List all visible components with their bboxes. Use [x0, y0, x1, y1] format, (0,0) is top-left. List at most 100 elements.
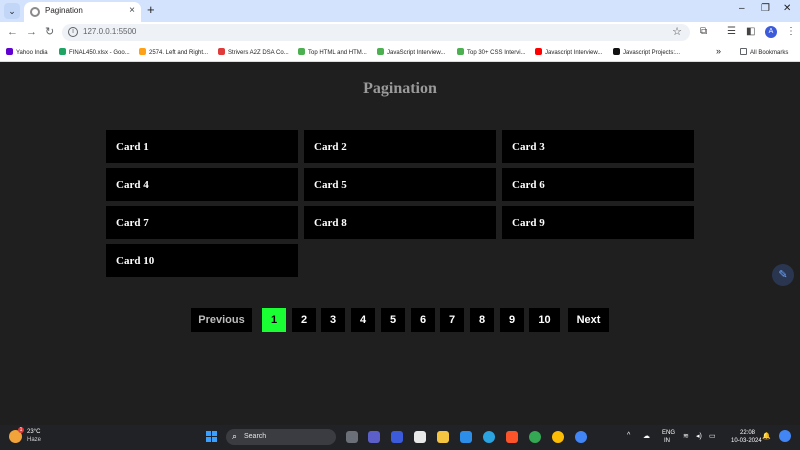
bookmarks-bar: Yahoo India FINAL450.xlsx - Goo... 2574.… [0, 43, 800, 62]
notification-bell-icon[interactable]: 🔔 [762, 432, 771, 440]
task-view-icon[interactable] [346, 431, 358, 443]
next-button[interactable]: Next [568, 308, 609, 332]
bookmark-label: Top HTML and HTM... [308, 50, 367, 56]
region[interactable]: IN [664, 438, 670, 444]
browser-toolbar: ← → ↻ i 127.0.0.1:5500 ☆ ⧉ ☰ ◧ A ⋮ [0, 22, 800, 43]
page-content: Pagination Card 1 Card 2 Card 3 Card 4 C… [0, 62, 800, 425]
bookmark-item[interactable]: Javascript Projects:... [613, 48, 680, 56]
telegram-icon[interactable] [483, 431, 495, 443]
side-panel-icon[interactable]: ◧ [746, 26, 755, 37]
reload-icon[interactable]: ↻ [45, 25, 54, 39]
card: Card 9 [502, 206, 694, 239]
bookmark-item[interactable]: Javascript Interview... [535, 48, 602, 56]
card: Card 2 [304, 130, 496, 163]
card-label: Card 3 [512, 140, 545, 153]
browser-tab[interactable]: Pagination × [24, 2, 141, 22]
file-explorer-icon[interactable] [437, 431, 449, 443]
chrome-profile-icon[interactable] [575, 431, 587, 443]
bookmark-item[interactable]: JavaScript Interview... [377, 48, 445, 56]
bookmark-item[interactable]: Top HTML and HTM... [298, 48, 367, 56]
page-button-5[interactable]: 5 [381, 308, 405, 332]
store-icon[interactable] [414, 431, 426, 443]
battery-icon[interactable]: ▭ [709, 432, 716, 440]
bookmark-item[interactable]: Yahoo India [6, 48, 48, 56]
card-label: Card 10 [116, 254, 155, 267]
all-bookmarks-label: All Bookmarks [750, 50, 789, 56]
extensions-icon[interactable]: ⧉ [700, 26, 707, 37]
new-tab-button[interactable]: + [147, 3, 155, 17]
copilot-icon[interactable] [779, 430, 791, 442]
bookmark-favicon-icon [535, 48, 542, 55]
bookmark-star-icon[interactable]: ☆ [672, 25, 682, 38]
page-button-6[interactable]: 6 [411, 308, 435, 332]
search-label: Search [244, 433, 267, 440]
page-button-9[interactable]: 9 [500, 308, 524, 332]
page-button-8[interactable]: 8 [470, 308, 494, 332]
card-grid: Card 1 Card 2 Card 3 Card 4 Card 5 Card … [106, 130, 695, 277]
bookmark-item[interactable]: 2574. Left and Right... [139, 48, 208, 56]
address-url[interactable]: 127.0.0.1:5500 [83, 27, 136, 36]
bookmark-favicon-icon [613, 48, 620, 55]
card: Card 5 [304, 168, 496, 201]
card-label: Card 2 [314, 140, 347, 153]
chevron-up-icon[interactable]: ^ [627, 432, 630, 439]
card: Card 7 [106, 206, 298, 239]
taskbar-search[interactable]: ⌕ Search [226, 429, 336, 445]
page-button-1[interactable]: 1 [262, 308, 286, 332]
card-label: Card 1 [116, 140, 149, 153]
card-label: Card 4 [116, 178, 149, 191]
site-info-icon[interactable]: i [68, 27, 78, 37]
card: Card 8 [304, 206, 496, 239]
address-bar[interactable]: i 127.0.0.1:5500 ☆ [62, 24, 690, 41]
menu-kebab-icon[interactable]: ⋮ [786, 26, 796, 37]
page-button-10[interactable]: 10 [529, 308, 560, 332]
tab-search-chevron-icon[interactable]: ⌄ [4, 3, 20, 19]
bookmark-item[interactable]: Strivers A2Z DSA Co... [218, 48, 289, 56]
reading-list-icon[interactable]: ☰ [727, 26, 736, 37]
volume-icon[interactable]: ◂) [696, 432, 702, 440]
cloud-icon[interactable]: ☁ [643, 432, 650, 440]
teams-icon[interactable] [368, 431, 380, 443]
card: Card 10 [106, 244, 298, 277]
vscode-icon[interactable] [460, 431, 472, 443]
browser-tab-bar: ⌄ Pagination × + – ❐ ✕ [0, 0, 800, 22]
extension-floating-icon[interactable]: ✎ [772, 264, 794, 286]
clock-time[interactable]: 22:08 [740, 430, 755, 436]
forward-icon[interactable]: → [26, 25, 37, 39]
page-button-2[interactable]: 2 [292, 308, 316, 332]
profile-avatar[interactable]: A [765, 26, 777, 38]
weather-badge: 1 [18, 427, 24, 433]
back-icon[interactable]: ← [7, 25, 18, 39]
card-label: Card 5 [314, 178, 347, 191]
chrome-canary-icon[interactable] [552, 431, 564, 443]
bookmark-item[interactable]: FINAL450.xlsx - Goo... [59, 48, 130, 56]
app-icon[interactable] [391, 431, 403, 443]
page-button-7[interactable]: 7 [440, 308, 464, 332]
bookmark-item[interactable]: Top 30+ CSS Intervi... [457, 48, 526, 56]
clock-date[interactable]: 10-03-2024 [731, 438, 762, 444]
weather-condition[interactable]: Haze [27, 437, 41, 443]
page-button-4[interactable]: 4 [351, 308, 375, 332]
close-window-icon[interactable]: ✕ [783, 3, 791, 14]
bookmark-favicon-icon [218, 48, 225, 55]
tab-close-icon[interactable]: × [129, 5, 135, 16]
restore-icon[interactable]: ❐ [761, 3, 770, 14]
bookmark-label: Yahoo India [16, 50, 48, 56]
wifi-icon[interactable]: ≋ [683, 432, 689, 440]
bookmark-label: 2574. Left and Right... [149, 50, 209, 56]
bookmark-label: Javascript Interview... [545, 50, 603, 56]
page-button-3[interactable]: 3 [321, 308, 345, 332]
temperature[interactable]: 23°C [27, 429, 40, 435]
bookmark-label: FINAL450.xlsx - Goo... [69, 50, 130, 56]
minimize-icon[interactable]: – [739, 3, 745, 14]
windows-start-icon[interactable] [206, 431, 218, 443]
chrome-icon[interactable] [529, 431, 541, 443]
brave-icon[interactable] [506, 431, 518, 443]
all-bookmarks-button[interactable]: All Bookmarks [740, 48, 788, 56]
previous-button[interactable]: Previous [191, 308, 252, 332]
bookmark-favicon-icon [59, 48, 66, 55]
language[interactable]: ENG [662, 430, 675, 436]
search-icon: ⌕ [232, 431, 238, 441]
more-bookmarks-button[interactable]: » [716, 46, 721, 56]
bookmark-favicon-icon [298, 48, 305, 55]
